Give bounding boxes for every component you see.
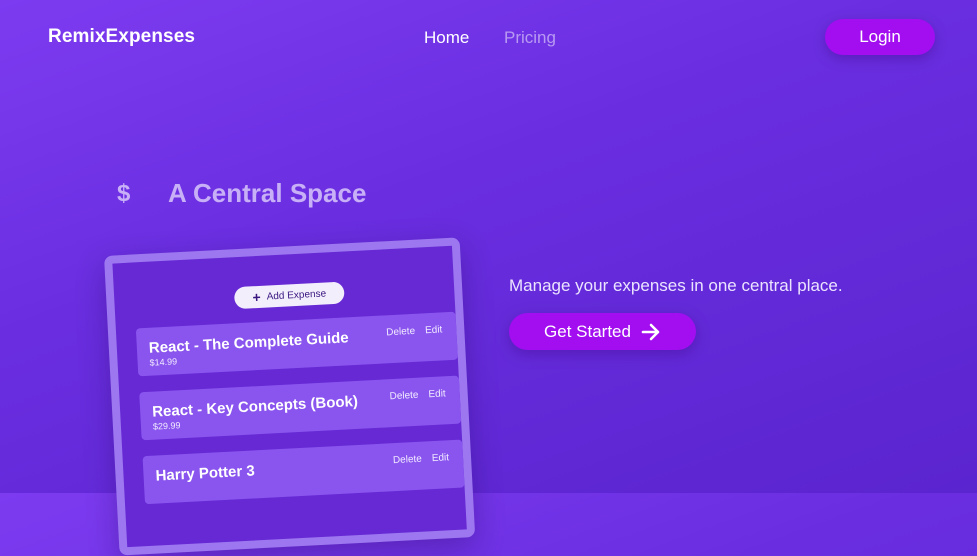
add-expense-label: Add Expense <box>266 287 327 303</box>
expense-price: $14.99 <box>149 356 178 368</box>
page-title: A Central Space <box>168 178 367 208</box>
nav-pricing-link[interactable]: Pricing <box>504 28 556 48</box>
edit-link: Edit <box>431 452 450 465</box>
list-item: Harry Potter 3 Delete Edit <box>142 439 465 505</box>
login-button[interactable]: Login <box>825 19 935 55</box>
arrow-right-icon <box>641 323 660 340</box>
edit-link: Edit <box>428 388 446 401</box>
expenses-preview-card: + Add Expense React - The Complete Guide… <box>104 237 476 556</box>
nav-home-link[interactable]: Home <box>424 28 469 48</box>
hero-tagline: Manage your expenses in one central plac… <box>509 276 843 295</box>
get-started-label: Get Started <box>544 321 631 341</box>
expense-title: Harry Potter 3 <box>155 462 256 485</box>
add-expense-button: + Add Expense <box>233 281 345 310</box>
list-item: React - Key Concepts (Book) $29.99 Delet… <box>139 375 462 441</box>
get-started-button[interactable]: Get Started <box>509 313 696 350</box>
list-item: React - The Complete Guide $14.99 Delete… <box>135 311 458 377</box>
dollar-icon: $ <box>117 180 131 207</box>
app-logo[interactable]: RemixExpenses <box>48 26 195 48</box>
edit-link: Edit <box>424 324 443 337</box>
plus-icon: + <box>252 288 262 306</box>
expense-actions: Delete Edit <box>393 452 450 466</box>
expense-title: React - Key Concepts (Book) <box>151 392 359 421</box>
delete-link: Delete <box>389 389 419 403</box>
delete-link: Delete <box>385 325 416 339</box>
expense-actions: Delete Edit <box>386 324 443 338</box>
expense-price: $29.99 <box>152 420 181 432</box>
delete-link: Delete <box>392 453 423 467</box>
expense-title: React - The Complete Guide <box>148 329 350 357</box>
expense-actions: Delete Edit <box>389 388 446 402</box>
